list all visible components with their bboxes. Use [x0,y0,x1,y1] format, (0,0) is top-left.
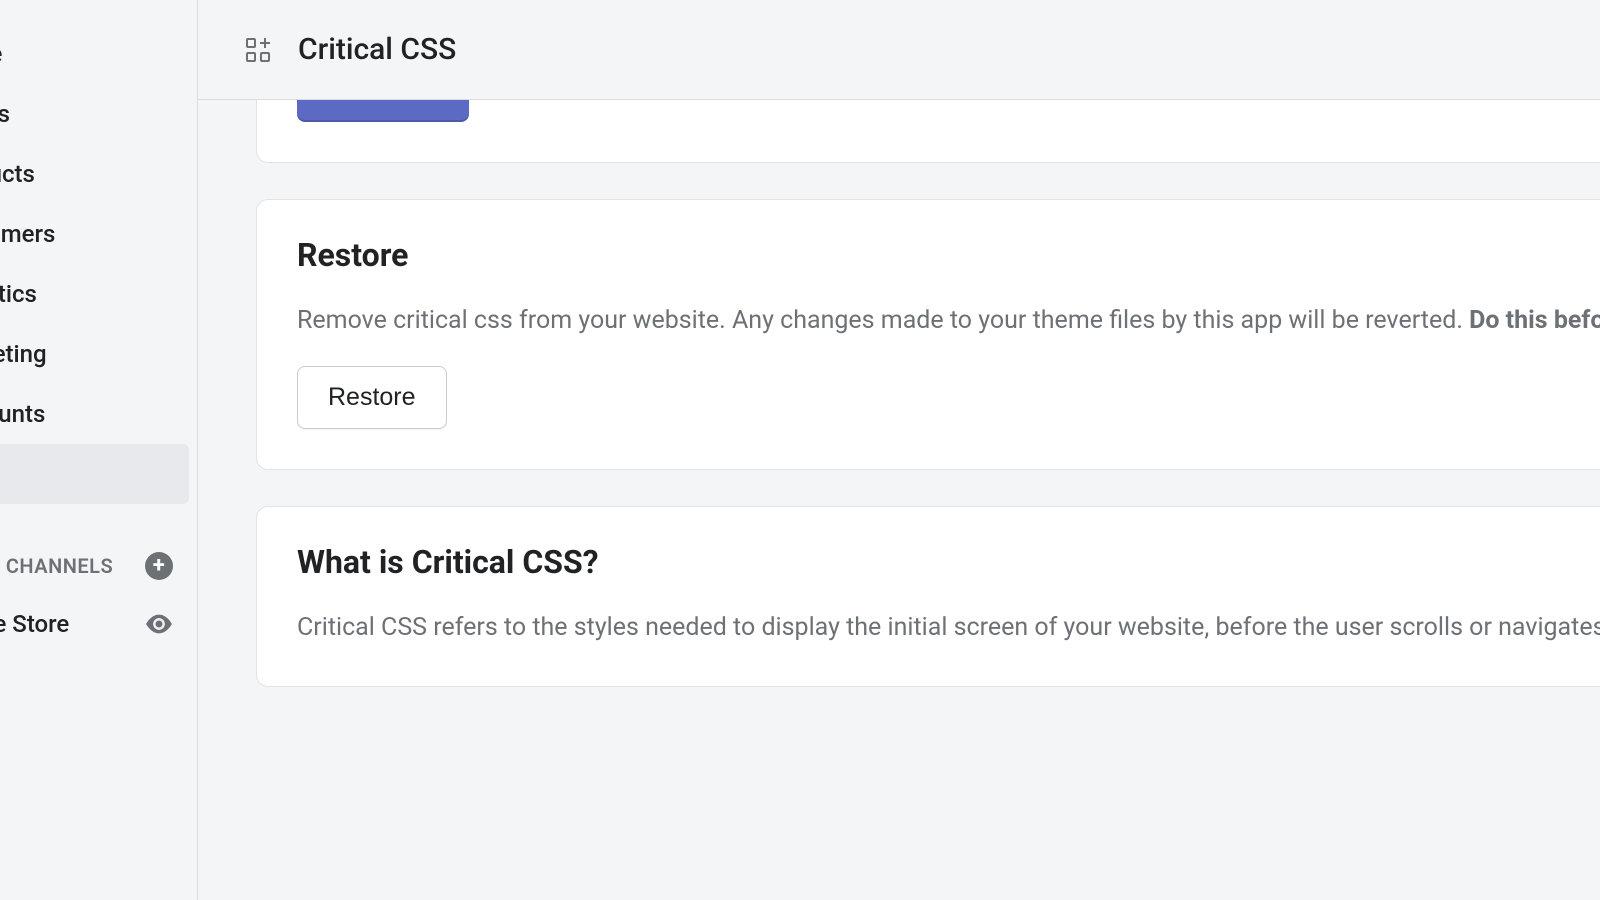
sidebar-item-marketing[interactable]: Marketing [0,324,197,384]
page-title: Critical CSS [298,32,456,67]
sidebar-item-analytics[interactable]: Analytics [0,264,197,324]
restore-desc-text: Remove critical css from your website. A… [297,306,1469,335]
channel-online-store[interactable]: Online Store [0,594,197,654]
restore-desc-bold: Do this before your remove the app [1469,306,1600,335]
sidebar-item-label: Analytics [0,280,37,308]
eye-icon[interactable] [145,614,173,634]
sidebar-item-label: Products [0,160,35,188]
generate-card: Generate [256,100,1600,163]
sidebar-item-apps[interactable]: Apps [0,444,189,504]
app-grid-icon [246,38,270,62]
content-area: Generate Restore Remove critical css fro… [198,100,1600,900]
main: Critical CSS Generate Restore Remove cri… [198,0,1600,900]
sidebar-item-home[interactable]: Home [0,24,197,84]
sidebar-item-products[interactable]: Products [0,144,197,204]
sidebar-item-label: Home [0,40,2,68]
sidebar-item-label: Discounts [0,400,45,428]
explain-title: What is Critical CSS? [297,543,1589,581]
restore-card: Restore Remove critical css from your we… [256,199,1600,470]
restore-title: Restore [297,236,1589,274]
sidebar-item-label: Orders [0,100,10,128]
generate-button[interactable]: Generate [297,100,469,122]
sales-channels-header: SALES CHANNELS + [0,538,197,594]
sidebar-item-label: Marketing [0,340,47,368]
sidebar-item-orders[interactable]: Orders [0,84,197,144]
explain-body: Critical CSS refers to the styles needed… [297,609,1589,647]
add-channel-icon[interactable]: + [145,552,173,580]
explain-card: What is Critical CSS? Critical CSS refer… [256,506,1600,688]
restore-button[interactable]: Restore [297,366,447,429]
sidebar: Home Orders Products Customers Analytics… [0,0,198,900]
channel-label: Online Store [0,610,69,638]
sales-channels-label: SALES CHANNELS [0,554,113,578]
sidebar-item-customers[interactable]: Customers [0,204,197,264]
restore-description: Remove critical css from your website. A… [297,302,1589,340]
sidebar-item-discounts[interactable]: Discounts [0,384,197,444]
sidebar-item-label: Customers [0,220,55,248]
page-header: Critical CSS [198,0,1600,100]
